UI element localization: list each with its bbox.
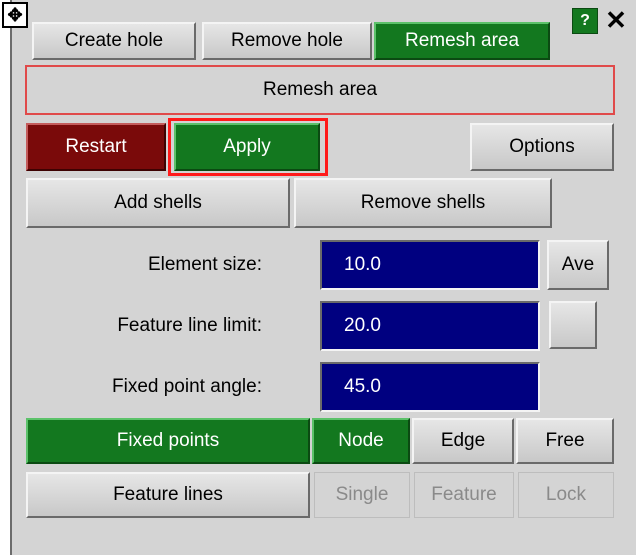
panel-title-text: Remesh area <box>262 79 378 100</box>
restart-label: Restart <box>65 136 127 157</box>
ave-button[interactable]: Ave <box>547 240 609 290</box>
remove-shells-button[interactable]: Remove shells <box>294 178 552 228</box>
element-size-label: Element size: <box>30 240 262 290</box>
feature-mode-single[interactable]: Single <box>314 472 410 518</box>
options-button[interactable]: Options <box>470 123 614 171</box>
fixed-point-angle-label: Fixed point angle: <box>30 362 262 412</box>
mode-label: Single <box>335 484 389 505</box>
tab-remove-hole[interactable]: Remove hole <box>202 22 372 60</box>
feature-line-limit-text: Feature line limit: <box>117 315 262 336</box>
mode-label: Edge <box>440 430 486 451</box>
element-size-input[interactable]: 10.0 <box>320 240 540 290</box>
restart-button[interactable]: Restart <box>26 123 166 171</box>
close-icon[interactable]: ✕ <box>600 4 632 36</box>
remove-shells-label: Remove shells <box>360 192 486 213</box>
feature-line-toggle-button[interactable] <box>549 301 597 349</box>
fixed-point-angle-value: 45.0 <box>344 376 381 397</box>
fixed-points-label: Fixed points <box>116 430 220 451</box>
element-size-value: 10.0 <box>344 254 381 275</box>
tab-label: Remesh area <box>404 30 520 51</box>
mode-label: Feature <box>431 484 497 505</box>
fixed-point-mode-free[interactable]: Free <box>516 418 614 464</box>
apply-button[interactable]: Apply <box>174 123 320 171</box>
feature-mode-feature[interactable]: Feature <box>414 472 514 518</box>
help-icon[interactable]: ? <box>572 8 598 34</box>
tab-remesh-area[interactable]: Remesh area <box>374 22 550 60</box>
mode-label: Lock <box>545 484 587 505</box>
add-shells-button[interactable]: Add shells <box>26 178 290 228</box>
options-label: Options <box>509 136 575 157</box>
element-size-text: Element size: <box>147 254 262 275</box>
feature-line-limit-value: 20.0 <box>344 315 381 336</box>
feature-mode-lock[interactable]: Lock <box>518 472 614 518</box>
fixed-point-angle-input[interactable]: 45.0 <box>320 362 540 412</box>
tab-label: Remove hole <box>231 30 343 51</box>
feature-lines-button[interactable]: Feature lines <box>26 472 310 518</box>
help-glyph: ? <box>580 12 590 29</box>
feature-line-limit-label: Feature line limit: <box>30 301 262 351</box>
add-shells-label: Add shells <box>114 192 202 213</box>
tab-label: Create hole <box>64 30 164 51</box>
mode-label: Node <box>338 430 384 451</box>
feature-line-limit-input[interactable]: 20.0 <box>320 301 540 351</box>
move-icon[interactable]: ✥ <box>2 2 28 28</box>
apply-label: Apply <box>223 136 271 157</box>
close-glyph: ✕ <box>605 4 627 35</box>
feature-lines-label: Feature lines <box>113 484 223 505</box>
fixed-point-mode-edge[interactable]: Edge <box>412 418 514 464</box>
fixed-points-button[interactable]: Fixed points <box>26 418 310 464</box>
move-glyph: ✥ <box>7 4 23 25</box>
ave-label: Ave <box>561 254 595 275</box>
fixed-point-angle-text: Fixed point angle: <box>112 376 262 397</box>
mode-label: Free <box>545 430 585 451</box>
tab-create-hole[interactable]: Create hole <box>32 22 196 60</box>
panel-title: Remesh area <box>25 65 615 115</box>
fixed-point-mode-node[interactable]: Node <box>312 418 410 464</box>
